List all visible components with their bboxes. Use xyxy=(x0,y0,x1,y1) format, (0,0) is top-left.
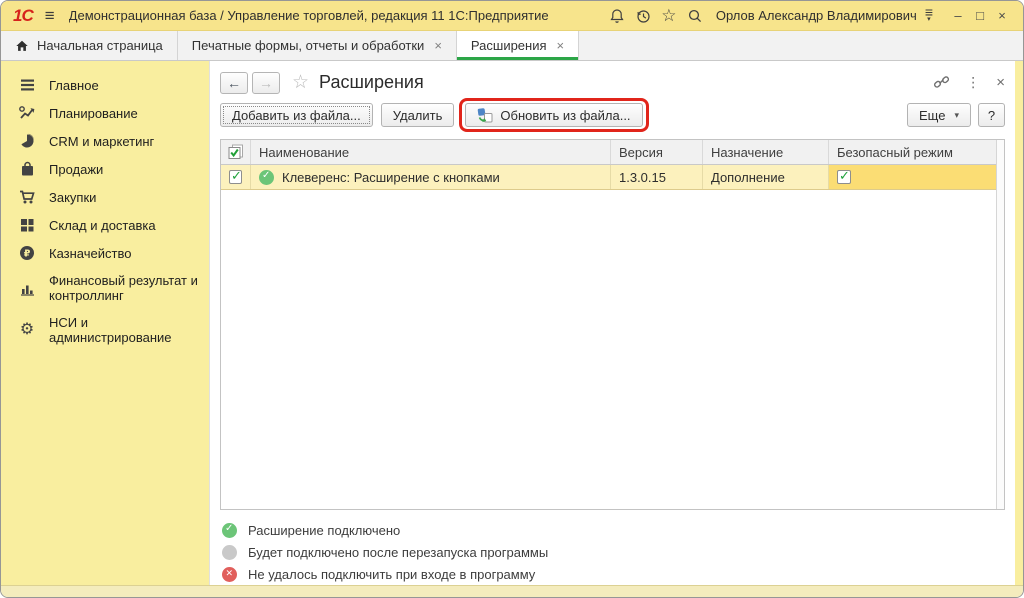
extensions-form: ← → ☆ Расширения ⋮ × Добавить из файла..… xyxy=(209,61,1015,585)
warehouse-grid-icon xyxy=(18,217,36,233)
pie-chart-icon xyxy=(18,133,36,149)
main-menu-icon[interactable]: ≡ xyxy=(45,6,55,26)
row-active-cell[interactable] xyxy=(221,165,251,189)
app-window: 1С ≡ Демонстрационная база / Управление … xyxy=(0,0,1024,598)
column-header-safe-mode[interactable]: Безопасный режим xyxy=(829,140,1004,164)
sidebar-item-purchases[interactable]: Закупки xyxy=(1,183,209,211)
legend-pending: Будет подключено после перезапуска прогр… xyxy=(222,541,1005,563)
content-area: Главное Планирование CRM и маркетинг Про… xyxy=(1,61,1023,585)
row-safe-mode-cell[interactable] xyxy=(829,165,1004,189)
bar-chart-icon xyxy=(18,280,36,296)
nav-forward-button[interactable]: → xyxy=(252,72,280,94)
tab-close-icon[interactable]: × xyxy=(434,38,442,53)
sidebar-item-main[interactable]: Главное xyxy=(1,71,209,99)
row-active-checkbox[interactable] xyxy=(229,170,242,184)
window-title: Демонстрационная база / Управление торго… xyxy=(69,8,604,23)
history-icon[interactable] xyxy=(630,5,656,27)
current-user[interactable]: Орлов Александр Владимирович xyxy=(716,8,917,23)
search-icon[interactable] xyxy=(682,5,708,27)
red-highlight-annotation: Обновить из файла... xyxy=(459,98,648,132)
sidebar-item-sales[interactable]: Продажи xyxy=(1,155,209,183)
shopping-bag-icon xyxy=(18,161,36,177)
tab-extensions-label: Расширения xyxy=(471,38,547,53)
row-version-cell[interactable]: 1.3.0.15 xyxy=(611,165,703,189)
minimize-button[interactable]: – xyxy=(947,8,969,23)
legend-failed: Не удалось подключить при входе в програ… xyxy=(222,563,1005,585)
tab-print-forms[interactable]: Печатные формы, отчеты и обработки × xyxy=(178,31,457,60)
add-favorite-star-icon[interactable]: ☆ xyxy=(292,71,309,94)
title-bar: 1С ≡ Демонстрационная база / Управление … xyxy=(1,1,1023,31)
table-row[interactable]: Клеверенс: Расширение с кнопками 1.3.0.1… xyxy=(221,165,1004,190)
column-header-name[interactable]: Наименование xyxy=(251,140,611,164)
sidebar-item-warehouse[interactable]: Склад и доставка xyxy=(1,211,209,239)
right-frame-margin xyxy=(1015,61,1023,585)
sidebar-item-admin[interactable]: ⚙ НСИ и администрирование xyxy=(1,309,209,351)
main-section-icon xyxy=(18,77,36,93)
notifications-bell-icon[interactable] xyxy=(604,5,630,27)
more-button[interactable]: Еще ▾ xyxy=(907,103,971,127)
delete-button[interactable]: Удалить xyxy=(381,103,455,127)
gear-icon: ⚙ xyxy=(18,322,36,338)
tab-close-icon[interactable]: × xyxy=(557,38,565,53)
failed-status-icon xyxy=(222,567,237,582)
sidebar-item-finance[interactable]: Финансовый результат и контроллинг xyxy=(1,267,209,309)
status-legend: Расширение подключено Будет подключено п… xyxy=(222,519,1005,585)
chevron-down-icon: ▾ xyxy=(954,110,959,121)
form-header: ← → ☆ Расширения ⋮ × xyxy=(220,69,1005,96)
extensions-table: Наименование Версия Назначение Безопасны… xyxy=(220,139,1005,510)
row-purpose-cell[interactable]: Дополнение xyxy=(703,165,829,189)
tab-bar: Начальная страница Печатные формы, отчет… xyxy=(1,31,1023,61)
svg-text:₽: ₽ xyxy=(24,249,31,260)
select-all-header[interactable] xyxy=(221,140,251,164)
sidebar-item-treasury[interactable]: ₽ Казначейство xyxy=(1,239,209,267)
shopping-cart-icon xyxy=(18,189,36,205)
form-menu-kebab-icon[interactable]: ⋮ xyxy=(966,74,980,91)
toolbar-settings-icon[interactable]: ≡ ▾ xyxy=(925,9,933,23)
add-from-file-button[interactable]: Добавить из файла... xyxy=(220,103,373,127)
close-form-icon[interactable]: × xyxy=(996,74,1005,91)
home-icon xyxy=(15,39,29,53)
pending-status-icon xyxy=(222,545,237,560)
sidebar-item-planning[interactable]: Планирование xyxy=(1,99,209,127)
select-all-icon xyxy=(228,144,244,160)
safe-mode-checkbox[interactable] xyxy=(837,170,851,184)
column-header-version[interactable]: Версия xyxy=(611,140,703,164)
extension-connected-icon xyxy=(259,170,274,185)
table-header-row: Наименование Версия Назначение Безопасны… xyxy=(221,140,1004,165)
close-window-button[interactable]: × xyxy=(991,8,1013,23)
vertical-scrollbar[interactable] xyxy=(996,140,1004,509)
connected-status-icon xyxy=(222,523,237,538)
ruble-circle-icon: ₽ xyxy=(18,245,36,261)
planning-icon xyxy=(18,105,36,121)
update-from-file-icon xyxy=(477,107,493,123)
column-header-purpose[interactable]: Назначение xyxy=(703,140,829,164)
page-title: Расширения xyxy=(319,72,917,93)
legend-connected: Расширение подключено xyxy=(222,519,1005,541)
get-link-icon[interactable] xyxy=(933,75,950,90)
tab-extensions[interactable]: Расширения × xyxy=(457,31,579,60)
nav-back-button[interactable]: ← xyxy=(220,72,248,94)
bottom-frame-strip xyxy=(1,585,1023,597)
sections-panel: Главное Планирование CRM и маркетинг Про… xyxy=(1,61,209,585)
maximize-button[interactable]: □ xyxy=(969,8,991,23)
tab-print-forms-label: Печатные формы, отчеты и обработки xyxy=(192,38,425,53)
row-name-cell[interactable]: Клеверенс: Расширение с кнопками xyxy=(251,165,611,189)
help-button[interactable]: ? xyxy=(978,103,1005,127)
tab-home-label: Начальная страница xyxy=(37,38,163,53)
1c-logo: 1С xyxy=(13,6,33,26)
command-bar: Добавить из файла... Удалить Обновить из… xyxy=(220,99,1005,131)
tab-home[interactable]: Начальная страница xyxy=(1,31,178,60)
update-from-file-button[interactable]: Обновить из файла... xyxy=(465,103,642,127)
favorites-star-icon[interactable]: ☆ xyxy=(656,5,682,27)
sidebar-item-crm[interactable]: CRM и маркетинг xyxy=(1,127,209,155)
